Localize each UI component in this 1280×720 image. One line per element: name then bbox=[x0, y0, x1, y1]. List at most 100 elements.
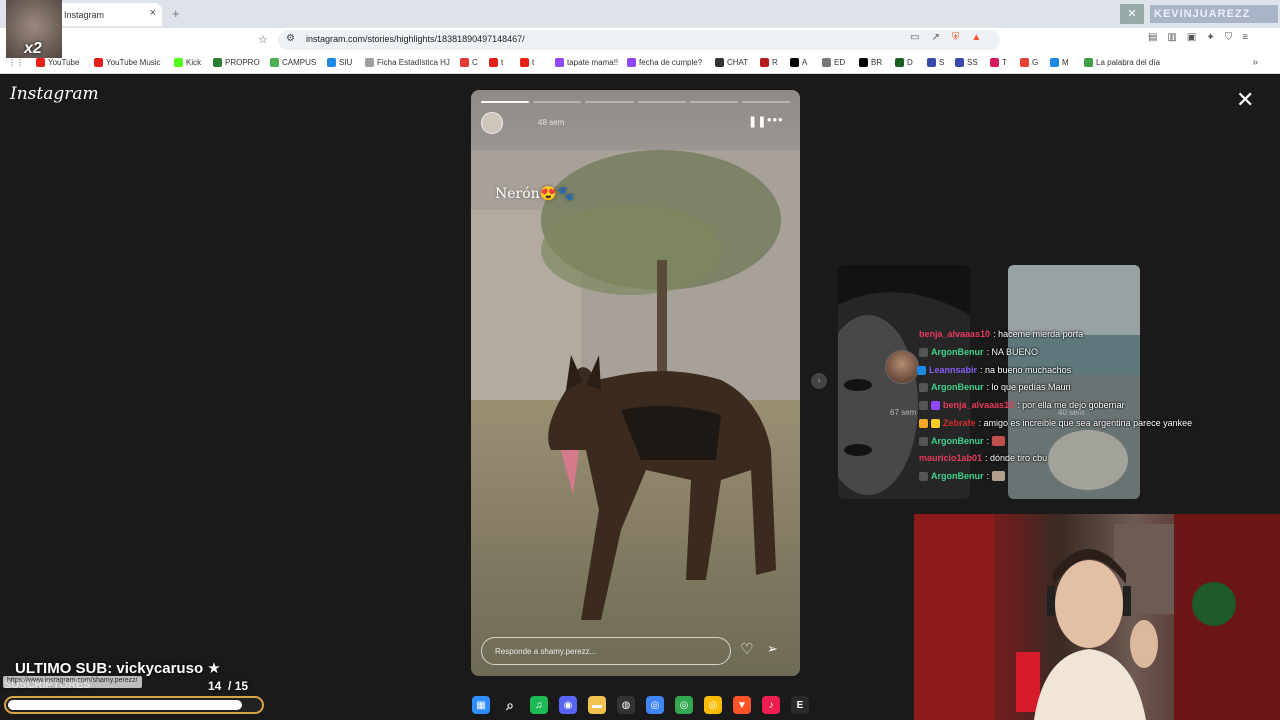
bookmark-item[interactable]: ED bbox=[822, 58, 845, 67]
story-reply-input[interactable]: Responde a shamy.perezz... bbox=[481, 637, 731, 665]
bookmark-label: SS bbox=[967, 58, 978, 67]
obs-icon[interactable]: ◍ bbox=[617, 696, 635, 714]
subs-current: 14 bbox=[208, 679, 222, 693]
new-tab-button[interactable]: + bbox=[172, 6, 180, 21]
brave-shields-icon[interactable]: ⛨ bbox=[952, 32, 960, 43]
chat-badge-icon bbox=[919, 382, 928, 392]
discord-icon[interactable]: ◉ bbox=[559, 696, 577, 714]
story-progress-segment bbox=[585, 101, 634, 103]
bookmark-item[interactable]: M bbox=[1050, 58, 1069, 67]
bookmark-label: SIU bbox=[339, 58, 353, 67]
prev-story-arrow-icon[interactable]: › bbox=[811, 373, 827, 389]
bookmark-item[interactable]: YouTube bbox=[36, 58, 79, 67]
bookmark-favicon-icon bbox=[1084, 58, 1093, 67]
leo-icon[interactable]: ✦ bbox=[1206, 32, 1214, 43]
bookmark-item[interactable]: S bbox=[927, 58, 944, 67]
story-avatar[interactable] bbox=[481, 112, 503, 134]
screen: { "browser": { "tab_title": "Instagram",… bbox=[0, 0, 1280, 720]
bookmark-item[interactable]: tapate mama!! bbox=[555, 58, 618, 67]
chat-message: benja_alvaaas10: haceme mierda porfa bbox=[919, 329, 1083, 339]
bookmark-favicon-icon bbox=[822, 58, 831, 67]
search-icon[interactable]: ⌕ bbox=[501, 696, 519, 714]
close-tab-icon[interactable]: × bbox=[150, 7, 156, 19]
bookmark-item[interactable]: Kick bbox=[174, 58, 201, 67]
bookmark-icon[interactable]: ☆ bbox=[258, 33, 268, 46]
bookmark-item[interactable]: BR bbox=[859, 58, 882, 67]
chrome-profile-2-icon[interactable]: ◎ bbox=[704, 696, 722, 714]
chat-text: : bbox=[986, 471, 990, 481]
chat-message: ArgonBenur: lo que pedías Mauri bbox=[919, 382, 1071, 392]
bookmark-item[interactable]: Ficha Estadística HJ bbox=[365, 58, 450, 67]
bookmark-item[interactable]: La palabra del día bbox=[1084, 58, 1160, 67]
chrome-profile-icon[interactable]: ◎ bbox=[675, 696, 693, 714]
sidebar-icon[interactable]: ▥ bbox=[1167, 32, 1176, 43]
wallet-icon[interactable]: ▣ bbox=[1187, 32, 1196, 43]
bookmark-label: R bbox=[772, 58, 778, 67]
spotify-icon[interactable]: ♫ bbox=[530, 696, 548, 714]
overlay-close-icon: ✕ bbox=[1120, 4, 1144, 24]
chat-text: : dónde tiro cbu bbox=[985, 453, 1048, 463]
share-icon[interactable]: ↗ bbox=[931, 32, 939, 43]
bookmark-item[interactable]: CHAT bbox=[715, 58, 748, 67]
epic-games-icon[interactable]: E bbox=[791, 696, 809, 714]
bookmark-item[interactable]: SS bbox=[955, 58, 978, 67]
chat-text: : por ella me dejo gobernar bbox=[1017, 400, 1125, 410]
bookmark-label: fecha de cumple? bbox=[639, 58, 703, 67]
brave-rewards-icon[interactable]: ▲ bbox=[971, 32, 981, 43]
chat-username: benja_alvaaas10 bbox=[943, 400, 1015, 410]
file-explorer-icon[interactable]: ▬ bbox=[588, 696, 606, 714]
bookmark-item[interactable]: T bbox=[990, 58, 1007, 67]
like-heart-icon[interactable]: ♡ bbox=[740, 640, 753, 658]
pause-icon[interactable]: ❚❚ bbox=[748, 115, 766, 128]
send-icon[interactable]: ➢ bbox=[767, 641, 778, 657]
bookmark-item[interactable]: A bbox=[790, 58, 807, 67]
bookmark-favicon-icon bbox=[365, 58, 374, 67]
subs-goal-bar bbox=[4, 696, 264, 714]
bookmark-label: CAMPUS bbox=[282, 58, 317, 67]
bookmark-item[interactable]: SIU bbox=[327, 58, 352, 67]
bookmark-item[interactable]: R bbox=[760, 58, 778, 67]
bookmark-item[interactable]: PROPRO bbox=[213, 58, 260, 67]
tab-bar: Instagram × + ✕ KEVINJUAREZZ bbox=[0, 0, 1280, 28]
bookmark-item[interactable]: fecha de cumple? bbox=[627, 58, 702, 67]
bookmark-favicon-icon bbox=[627, 58, 636, 67]
chat-badge-icon bbox=[919, 436, 928, 446]
chat-message: benja_alvaaas10: por ella me dejo gobern… bbox=[919, 400, 1125, 410]
url-field[interactable]: ⚙ instagram.com/stories/highlights/18381… bbox=[278, 30, 1000, 50]
chat-text: : amigo es increible que sea argentina p… bbox=[978, 418, 1193, 428]
bookmark-item[interactable]: G bbox=[1020, 58, 1038, 67]
install-icon[interactable]: ▭ bbox=[910, 32, 919, 43]
close-stories-icon[interactable]: ✕ bbox=[1236, 89, 1254, 111]
tiktok-icon[interactable]: ♪ bbox=[762, 696, 780, 714]
bookmark-label: tapate mama!! bbox=[567, 58, 619, 67]
bookmark-label: YouTube Music bbox=[106, 58, 161, 67]
bookmark-item[interactable]: YouTube Music bbox=[94, 58, 161, 67]
subs-goal-fill bbox=[8, 700, 242, 710]
instagram-logo[interactable]: Instagram bbox=[10, 84, 99, 104]
story-viewer[interactable]: 48 sem ❚❚ ••• Nerón😍🐾 Responde a shamy.p… bbox=[471, 90, 800, 676]
chat-badge-icon bbox=[931, 400, 940, 410]
site-info-icon[interactable]: ⚙ bbox=[286, 33, 295, 44]
bookmark-favicon-icon bbox=[760, 58, 769, 67]
windows-start-icon[interactable]: ▦ bbox=[472, 696, 490, 714]
chat-badge-icon bbox=[919, 471, 928, 481]
bookmark-item[interactable]: D bbox=[895, 58, 913, 67]
vpn-icon[interactable]: ⛉ bbox=[1225, 32, 1233, 43]
more-options-icon[interactable]: ••• bbox=[767, 112, 784, 127]
apps-icon[interactable]: ⋮⋮ bbox=[8, 58, 24, 67]
chat-username: ArgonBenur bbox=[931, 347, 984, 357]
bookmark-label: PROPRO bbox=[225, 58, 260, 67]
bookmark-label: BR bbox=[871, 58, 883, 67]
menu-icon[interactable]: ≡ bbox=[1242, 32, 1248, 43]
bookmark-item[interactable]: C bbox=[460, 58, 478, 67]
bookmark-item[interactable]: t bbox=[520, 58, 534, 67]
tab-instagram[interactable]: Instagram × bbox=[56, 3, 162, 26]
chrome-icon[interactable]: ◎ bbox=[646, 696, 664, 714]
tab-search-icon[interactable]: ▤ bbox=[1148, 32, 1157, 43]
omnibox-actions: ▭ ↗ ⛨ ▲ bbox=[910, 32, 981, 43]
prev-story-time: 67 sem bbox=[890, 408, 917, 417]
bookmark-item[interactable]: CAMPUS bbox=[270, 58, 316, 67]
bookmarks-more-icon[interactable]: » bbox=[1252, 57, 1258, 68]
bookmark-item[interactable]: t bbox=[489, 58, 503, 67]
brave-icon[interactable]: ▼ bbox=[733, 696, 751, 714]
